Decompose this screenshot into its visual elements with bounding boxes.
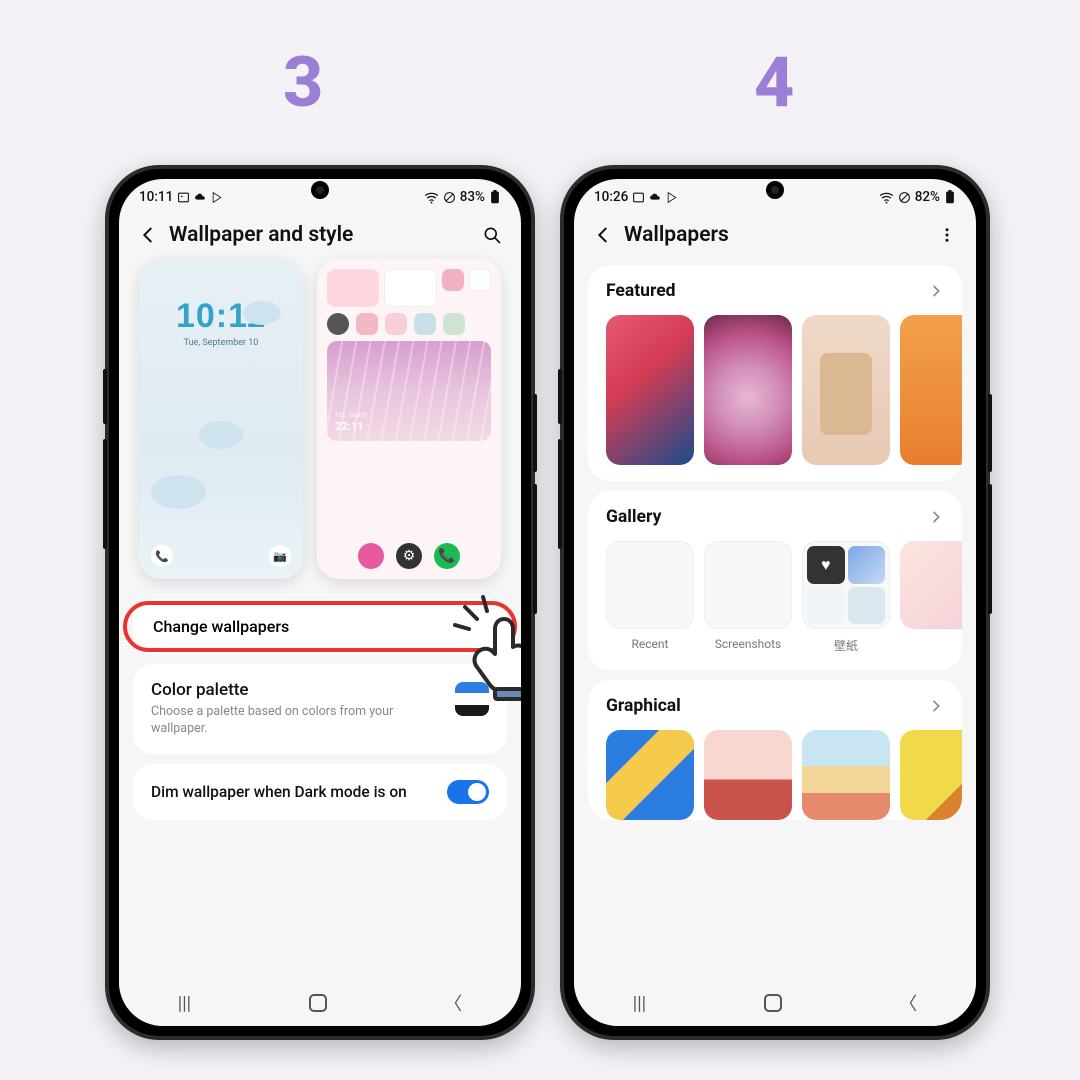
search-icon [482, 225, 502, 245]
change-wallpapers-label: Change wallpapers [153, 617, 289, 636]
featured-header[interactable]: Featured [606, 281, 962, 301]
gallery-label: 壁紙 [834, 637, 858, 654]
gallery-label: Recent [632, 637, 669, 651]
nav-home-icon[interactable] [764, 994, 782, 1012]
graphical-title: Graphical [606, 696, 681, 716]
chevron-right-icon [928, 283, 944, 299]
no-sim-icon [898, 191, 911, 204]
featured-thumb[interactable] [802, 315, 890, 465]
play-store-icon [666, 191, 679, 204]
color-palette-subtitle: Choose a palette based on colors from yo… [151, 704, 411, 738]
nav-bar: ||| 〈 [574, 980, 976, 1026]
gallery-album[interactable]: ♥壁紙 [802, 541, 890, 654]
play-store-icon [211, 191, 224, 204]
cloud-icon [649, 191, 662, 204]
page-title: Wallpapers [624, 223, 926, 247]
dim-wallpaper-row[interactable]: Dim wallpaper when Dark mode is on [133, 764, 507, 820]
tap-hand-icon [447, 589, 521, 709]
lock-date: Tue, September 10 [184, 338, 259, 348]
more-button[interactable] [936, 224, 958, 246]
gallery-header[interactable]: Gallery [606, 507, 962, 527]
featured-section: Featured [588, 265, 962, 481]
nav-back-icon[interactable]: 〈 [444, 990, 462, 1016]
chevron-right-icon [928, 698, 944, 714]
graphical-thumb[interactable] [606, 730, 694, 820]
dim-toggle[interactable] [447, 780, 489, 804]
gallery-album[interactable] [900, 541, 962, 654]
featured-thumb[interactable] [900, 315, 962, 465]
graphical-section: Graphical [588, 680, 962, 820]
gallery-album[interactable]: Screenshots [704, 541, 792, 654]
dim-wallpaper-label: Dim wallpaper when Dark mode is on [151, 782, 407, 802]
graphical-header[interactable]: Graphical [606, 696, 962, 716]
change-wallpapers-row[interactable]: Change wallpapers [119, 599, 521, 654]
back-icon[interactable] [137, 224, 159, 246]
gallery-title: Gallery [606, 507, 661, 527]
camera-shortcut-icon: 📷 [269, 545, 291, 567]
image-icon [177, 191, 190, 204]
gallery-album[interactable]: Recent [606, 541, 694, 654]
color-palette-title: Color palette [151, 680, 411, 700]
more-vert-icon [938, 226, 956, 244]
cloud-icon [194, 191, 207, 204]
graphical-thumb[interactable] [802, 730, 890, 820]
photo-widget: TUE, Sept10 22:11 [327, 341, 491, 441]
lockscreen-preview[interactable]: 10:11 Tue, September 10 📞 📷 [139, 259, 303, 579]
nav-recents-icon[interactable]: ||| [633, 993, 646, 1014]
status-time: 10:26 [594, 189, 628, 205]
graphical-thumb[interactable] [900, 730, 962, 820]
battery-icon [944, 190, 956, 204]
camera-punch-hole [766, 181, 784, 199]
battery-icon [489, 190, 501, 204]
status-time: 10:11 [139, 189, 173, 205]
no-sim-icon [443, 191, 456, 204]
featured-title: Featured [606, 281, 676, 301]
nav-back-icon[interactable]: 〈 [899, 990, 917, 1016]
phone-mockup-3: 10:11 83% Wallpaper and style 10:11 [105, 165, 535, 1040]
dock: ⚙ 📞 [317, 543, 501, 569]
page-title: Wallpaper and style [169, 223, 471, 247]
gallery-section: Gallery Recent Screenshots ♥壁紙 [588, 491, 962, 670]
featured-thumb[interactable] [606, 315, 694, 465]
nav-recents-icon[interactable]: ||| [178, 993, 191, 1014]
search-button[interactable] [481, 224, 503, 246]
phone-shortcut-icon: 📞 [151, 545, 173, 567]
nav-home-icon[interactable] [309, 994, 327, 1012]
page-header: Wallpaper and style [119, 209, 521, 255]
wallpaper-previews: 10:11 Tue, September 10 📞 📷 TUE, Sept10 … [119, 255, 521, 589]
status-battery-pct: 83% [460, 189, 485, 205]
status-battery-pct: 82% [915, 189, 940, 205]
chevron-right-icon [928, 509, 944, 525]
wifi-icon [879, 191, 894, 204]
page-header: Wallpapers [574, 209, 976, 255]
image-icon [632, 191, 645, 204]
gallery-label: Screenshots [715, 637, 781, 651]
wifi-icon [424, 191, 439, 204]
graphical-thumb[interactable] [704, 730, 792, 820]
back-icon[interactable] [592, 224, 614, 246]
homescreen-preview[interactable]: TUE, Sept10 22:11 ⚙ 📞 [317, 259, 501, 579]
camera-punch-hole [311, 181, 329, 199]
step-number-4: 4 [754, 42, 794, 124]
nav-bar: ||| 〈 [119, 980, 521, 1026]
featured-thumb[interactable] [704, 315, 792, 465]
step-number-3: 3 [283, 42, 323, 124]
phone-mockup-4: 10:26 82% Wallpapers Featured [560, 165, 990, 1040]
